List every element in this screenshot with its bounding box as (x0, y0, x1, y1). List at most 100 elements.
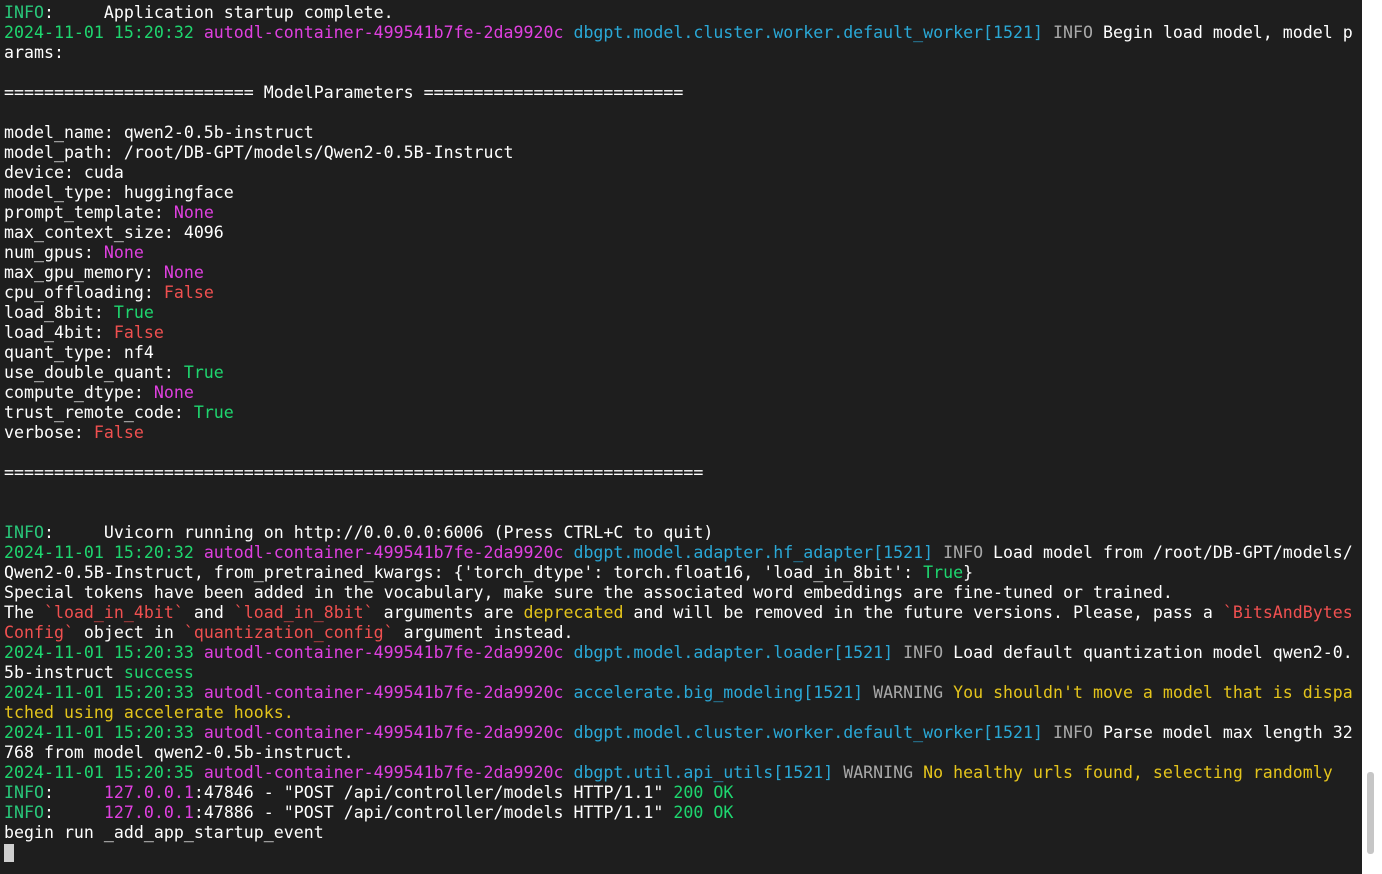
terminal-text-segment: INFO (903, 643, 954, 662)
terminal-text-segment: 200 OK (673, 783, 734, 802)
terminal-line: 768 from model qwen2-0.5b-instruct. (4, 743, 1353, 763)
terminal-text-segment: 2024-11-01 15:20:33 (4, 683, 204, 702)
terminal-text-segment: Load default quantization model qwen2-0. (953, 643, 1353, 662)
terminal-line: INFO: 127.0.0.1:47886 - "POST /api/contr… (4, 803, 1353, 823)
terminal-text-segment: `load_in_4bit` (43, 603, 184, 622)
terminal-line: 2024-11-01 15:20:33 autodl-container-499… (4, 643, 1353, 663)
terminal-text-segment: verbose: (4, 423, 94, 442)
terminal-text-segment: 5b-instruct (4, 663, 124, 682)
terminal-line: 2024-11-01 15:20:32 autodl-container-499… (4, 23, 1353, 43)
terminal-text-segment: : (43, 803, 104, 822)
terminal-text-segment: The (4, 603, 44, 622)
terminal-text-segment: INFO (1053, 723, 1103, 742)
terminal-line: cpu_offloading: False (4, 283, 1353, 303)
terminal-line: num_gpus: None (4, 243, 1353, 263)
terminal-text-segment: dbgpt.util.api_utils[1521] (573, 763, 844, 782)
terminal-text-segment: trust_remote_code: (4, 403, 194, 422)
terminal-text-segment: and will be removed in the future versio… (623, 603, 1223, 622)
terminal-text-segment: dbgpt.model.cluster.worker.default_worke… (573, 723, 1053, 742)
terminal-line: 5b-instruct success (4, 663, 1353, 683)
terminal-text-segment: `BitsAndBytes (1222, 603, 1353, 622)
terminal-text-segment: num_gpus: (4, 243, 104, 262)
terminal-text-segment: ========================= ModelParameter… (4, 83, 684, 102)
terminal-line: model_name: qwen2-0.5b-instruct (4, 123, 1353, 143)
terminal-text-segment: You shouldn't move a model that is dispa (953, 683, 1353, 702)
terminal-text-segment: arguments are (373, 603, 524, 622)
terminal-line: 2024-11-01 15:20:32 autodl-container-499… (4, 543, 1353, 563)
scrollbar-thumb[interactable] (1367, 772, 1374, 854)
terminal-line: arams: (4, 43, 1353, 63)
terminal-line: trust_remote_code: True (4, 403, 1353, 423)
terminal-text-segment: use_double_quant: (4, 363, 184, 382)
terminal-text-segment: No healthy urls found, selecting randoml… (923, 763, 1333, 782)
terminal-text-segment: max_gpu_memory: (4, 263, 164, 282)
terminal-text-segment: autodl-container-499541b7fe-2da9920c (203, 643, 574, 662)
terminal-text-segment: tched using accelerate hooks. (4, 703, 294, 722)
terminal-text-segment: autodl-container-499541b7fe-2da9920c (203, 23, 574, 42)
terminal-text-segment: autodl-container-499541b7fe-2da9920c (203, 543, 574, 562)
terminal-text-segment: Special tokens have been added in the vo… (4, 583, 1173, 602)
terminal-line: The `load_in_4bit` and `load_in_8bit` ar… (4, 603, 1353, 623)
terminal-text-segment: True (113, 303, 154, 322)
terminal-text-segment: 2024-11-01 15:20:35 (4, 763, 204, 782)
terminal-text-segment: None (163, 263, 204, 282)
terminal-output[interactable]: INFO: Application startup complete. 2024-… (0, 0, 1362, 874)
terminal-text-segment: begin run _add_app_startup_event (4, 823, 324, 842)
terminal-text-segment: WARNING (843, 763, 924, 782)
terminal-text-segment: deprecated (523, 603, 624, 622)
terminal-text-segment: Load model from /root/DB-GPT/models/ (993, 543, 1353, 562)
terminal-line: prompt_template: None (4, 203, 1353, 223)
terminal-text-segment: INFO (943, 543, 994, 562)
vertical-scrollbar[interactable] (1362, 0, 1382, 874)
terminal-text-segment: model_path: /root/DB-GPT/models/Qwen2-0.… (4, 143, 514, 162)
terminal-text-segment: object in (73, 623, 184, 642)
terminal-text-segment: None (153, 383, 194, 402)
terminal-text-segment: dbgpt.model.adapter.hf_adapter[1521] (573, 543, 944, 562)
terminal-text-segment: autodl-container-499541b7fe-2da9920c (203, 723, 574, 742)
terminal-text-segment: success (123, 663, 194, 682)
terminal-text-segment: False (113, 323, 164, 342)
terminal-text-segment: 2024-11-01 15:20:32 (4, 543, 204, 562)
terminal-text-segment: True (193, 403, 234, 422)
terminal-text-segment: 2024-11-01 15:20:32 (4, 23, 204, 42)
terminal-line: verbose: False (4, 423, 1353, 443)
terminal-text-segment: load_4bit: (4, 323, 114, 342)
terminal-text-segment: ========================================… (4, 463, 704, 482)
terminal-lines: INFO: Application startup complete. 2024-… (4, 3, 1353, 863)
text-cursor (4, 844, 14, 862)
terminal-text-segment: Parse model max length 32 (1102, 723, 1353, 742)
terminal-text-segment: False (93, 423, 144, 442)
terminal-line: max_context_size: 4096 (4, 223, 1353, 243)
terminal-prompt-line[interactable] (4, 843, 1353, 863)
terminal-text-segment: autodl-container-499541b7fe-2da9920c (203, 683, 574, 702)
terminal-text-segment: `load_in_8bit` (233, 603, 374, 622)
terminal-line: begin run _add_app_startup_event (4, 823, 1353, 843)
terminal-text-segment: accelerate.big_modeling[1521] (573, 683, 874, 702)
terminal-text-segment: INFO (4, 803, 44, 822)
terminal-text-segment: Begin load model, model p (1102, 23, 1353, 42)
terminal-line: 2024-11-01 15:20:35 autodl-container-499… (4, 763, 1353, 783)
terminal-text-segment: arams: (4, 43, 64, 62)
terminal-line: 2024-11-01 15:20:33 autodl-container-499… (4, 683, 1353, 703)
terminal-text-segment: INFO (1053, 23, 1103, 42)
terminal-line: Config` object in `quantization_config` … (4, 623, 1353, 643)
terminal-text-segment: `quantization_config` (183, 623, 394, 642)
terminal-text-segment: 127.0.0.1 (103, 783, 194, 802)
terminal-text-segment: 127.0.0.1 (103, 803, 194, 822)
terminal-text-segment: True (183, 363, 224, 382)
terminal-text-segment: WARNING (873, 683, 954, 702)
terminal-line: tched using accelerate hooks. (4, 703, 1353, 723)
terminal-text-segment: device: cuda (4, 163, 124, 182)
terminal-text-segment: model_type: huggingface (4, 183, 234, 202)
terminal-line: ========================= ModelParameter… (4, 83, 1353, 103)
terminal-text-segment: 2024-11-01 15:20:33 (4, 643, 204, 662)
terminal-text-segment: dbgpt.model.adapter.loader[1521] (573, 643, 904, 662)
terminal-text-segment: autodl-container-499541b7fe-2da9920c (203, 763, 574, 782)
terminal-line: Special tokens have been added in the vo… (4, 583, 1353, 603)
terminal-text-segment: Config` (4, 623, 74, 642)
terminal-line: use_double_quant: True (4, 363, 1353, 383)
